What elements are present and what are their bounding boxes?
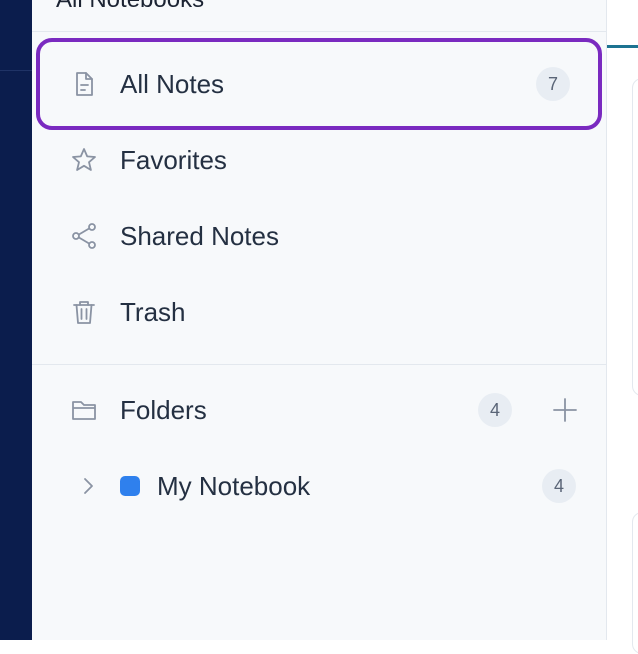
folder-item-my-notebook[interactable]: My Notebook 4 bbox=[36, 442, 602, 530]
folders-label: Folders bbox=[120, 395, 207, 425]
nav-item-favorites[interactable]: Favorites bbox=[36, 116, 602, 204]
note-card[interactable] bbox=[632, 512, 638, 654]
folder-icon bbox=[70, 396, 98, 424]
nav-label-trash: Trash bbox=[120, 297, 186, 327]
nav-item-shared-notes[interactable]: Shared Notes bbox=[36, 192, 602, 280]
notes-sidebar: All Notebooks All Notes 7 Favorites bbox=[32, 0, 607, 640]
nav-label-favorites: Favorites bbox=[120, 145, 227, 175]
rail-divider bbox=[0, 70, 32, 71]
share-icon bbox=[70, 222, 98, 250]
divider bbox=[32, 31, 606, 32]
accent-bar bbox=[607, 45, 638, 48]
star-icon bbox=[70, 146, 98, 174]
note-card[interactable] bbox=[632, 78, 638, 396]
chevron-right-icon[interactable] bbox=[78, 476, 98, 496]
nav-label-all-notes: All Notes bbox=[120, 69, 225, 99]
nav-label-shared-notes: Shared Notes bbox=[120, 221, 279, 251]
trash-icon bbox=[70, 298, 98, 326]
note-list-pane bbox=[607, 0, 638, 654]
app-rail bbox=[0, 0, 32, 640]
folder-label-my-notebook: My Notebook bbox=[157, 471, 311, 501]
folder-color-dot bbox=[120, 476, 140, 496]
divider bbox=[32, 364, 606, 365]
folders-count-badge: 4 bbox=[478, 393, 512, 427]
file-text-icon bbox=[70, 70, 98, 98]
nav-item-trash[interactable]: Trash bbox=[36, 268, 602, 356]
folders-header[interactable]: Folders 4 bbox=[36, 366, 602, 454]
sidebar-header-title: All Notebooks bbox=[56, 0, 204, 16]
folder-count-badge: 4 bbox=[542, 469, 576, 503]
plus-icon[interactable] bbox=[550, 395, 580, 425]
all-notes-count-badge: 7 bbox=[536, 67, 570, 101]
